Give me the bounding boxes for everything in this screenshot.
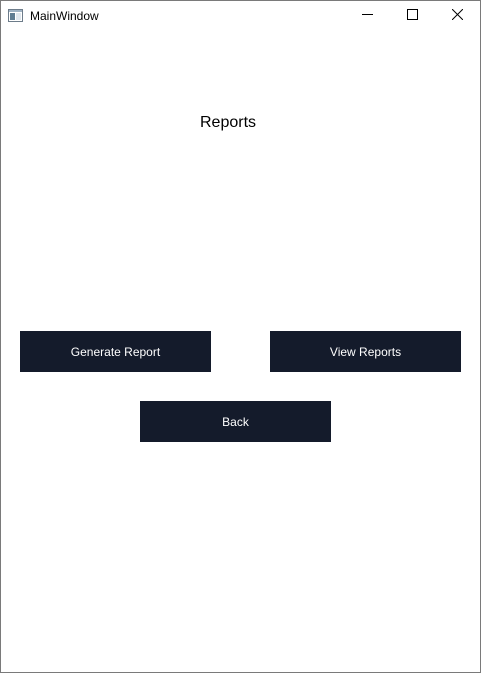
maximize-icon bbox=[406, 7, 418, 25]
back-label: Back bbox=[222, 414, 249, 429]
generate-report-label: Generate Report bbox=[70, 344, 161, 359]
window-title: MainWindow bbox=[30, 9, 99, 23]
back-button[interactable]: Back bbox=[140, 401, 331, 442]
view-reports-button[interactable]: View Reports bbox=[270, 331, 461, 372]
page-title: Reports bbox=[199, 114, 257, 131]
minimize-button[interactable] bbox=[344, 1, 390, 31]
close-button[interactable] bbox=[434, 1, 480, 31]
main-window: MainWindow Reports Generate Report View … bbox=[0, 0, 481, 673]
view-reports-label: View Reports bbox=[329, 344, 402, 359]
generate-report-button[interactable]: Generate Report bbox=[20, 331, 211, 372]
maximize-button[interactable] bbox=[389, 1, 435, 31]
app-window-icon bbox=[8, 9, 23, 22]
close-icon bbox=[451, 7, 463, 25]
minimize-icon bbox=[361, 7, 373, 25]
title-bar[interactable]: MainWindow bbox=[1, 1, 480, 31]
